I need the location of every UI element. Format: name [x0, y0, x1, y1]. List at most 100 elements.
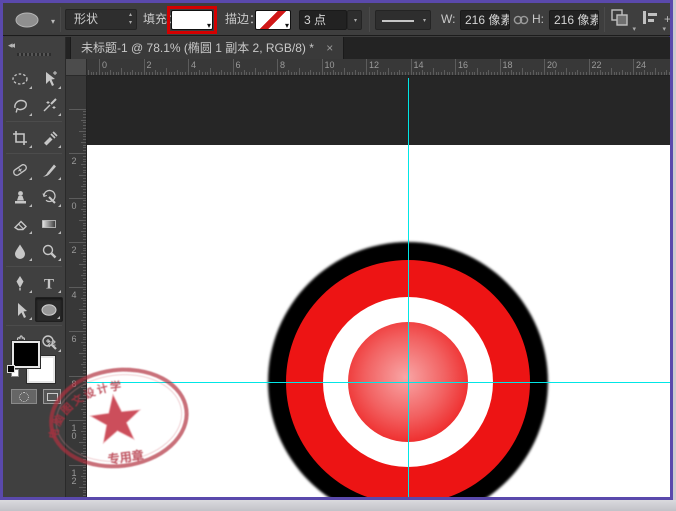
brush-tool[interactable]: [35, 157, 63, 182]
vertical-guide[interactable]: [408, 78, 409, 497]
lasso-tool[interactable]: [6, 93, 34, 118]
path-selection-tool[interactable]: [6, 297, 34, 322]
gradient-tool[interactable]: [35, 211, 63, 236]
ruler-label: 2: [69, 245, 79, 253]
swap-colors-icon[interactable]: ⇄: [47, 337, 56, 350]
ruler-tick: [427, 72, 428, 75]
ruler-tick: [83, 490, 86, 491]
ruler-tick: [83, 261, 86, 262]
ruler-tick: [83, 156, 86, 157]
horizontal-guide[interactable]: [87, 382, 670, 383]
document-tab[interactable]: 未标题-1 @ 78.1% (椭圆 1 副本 2, RGB/8) * ×: [70, 37, 344, 59]
ruler-tick: [363, 72, 364, 75]
ruler-tick: [216, 72, 217, 75]
ruler-tick: [166, 68, 167, 75]
ruler-corner[interactable]: [66, 59, 87, 76]
stroke-color-swatch[interactable]: ▾: [255, 10, 291, 30]
stroke-width-dropdown[interactable]: ▾: [347, 10, 362, 30]
eraser-tool[interactable]: [6, 211, 34, 236]
tool-row: [3, 237, 65, 264]
quick-mask-button[interactable]: [11, 389, 37, 404]
tool-row: [3, 183, 65, 210]
dodge-tool[interactable]: [35, 238, 63, 263]
magic-wand-tool[interactable]: [35, 93, 63, 118]
more-options-icon[interactable]: +: [664, 3, 670, 36]
stroke-type-dropdown[interactable]: ▾: [375, 10, 431, 30]
ruler-tick: [424, 72, 425, 75]
ruler-tick: [630, 72, 631, 75]
ruler-tick: [79, 353, 86, 354]
panel-grip[interactable]: [17, 53, 51, 56]
ruler-tick: [397, 72, 398, 75]
elliptical-marquee-tool[interactable]: [6, 66, 34, 91]
eyedropper-tool[interactable]: [35, 125, 63, 150]
tab-close-icon[interactable]: ×: [326, 41, 333, 55]
horizontal-ruler[interactable]: 024681012141618202224: [66, 59, 670, 76]
blur-tool[interactable]: [6, 238, 34, 263]
ruler-tick: [555, 70, 556, 75]
ruler-tick: [210, 68, 211, 75]
ruler-label: 16: [458, 60, 468, 70]
ruler-tick: [283, 72, 284, 75]
ruler-tick: [650, 72, 651, 75]
ruler-tick: [541, 72, 542, 75]
ruler-tick: [83, 339, 86, 340]
ruler-tick: [83, 181, 86, 182]
ruler-tick: [360, 72, 361, 75]
pick-tool-mode-dropdown[interactable]: 形状 ▴▾: [65, 9, 137, 30]
type-tool[interactable]: T: [35, 270, 63, 295]
ruler-label: 24: [636, 60, 646, 70]
ruler-tick: [83, 395, 86, 396]
ruler-tick: [271, 72, 272, 75]
crop-tool[interactable]: [6, 125, 34, 150]
ruler-tick: [380, 72, 381, 75]
ruler-tick: [127, 72, 128, 75]
ruler-tick: [83, 445, 86, 446]
ruler-tick: [572, 72, 573, 75]
history-brush-tool[interactable]: [35, 184, 63, 209]
fill-color-swatch[interactable]: ▾: [171, 10, 213, 30]
ruler-tick: [583, 72, 584, 75]
tool-preset-button[interactable]: ▾: [9, 7, 57, 33]
ruler-tick: [124, 72, 125, 75]
ruler-tick: [285, 72, 286, 75]
foreground-color-swatch[interactable]: [12, 341, 40, 368]
ruler-tick: [388, 68, 389, 75]
ruler-tick: [299, 68, 300, 75]
move-tool[interactable]: [35, 66, 63, 91]
ruler-tick: [83, 267, 86, 268]
document-viewport[interactable]: [87, 76, 670, 497]
ruler-tick: [83, 350, 86, 351]
ruler-tick: [138, 72, 139, 75]
link-wh-icon[interactable]: [513, 13, 529, 27]
screen-mode-button[interactable]: [43, 389, 61, 404]
vertical-ruler[interactable]: 2024681012: [66, 76, 87, 497]
stroke-width-field[interactable]: 3 点: [299, 10, 347, 30]
ellipse-tool[interactable]: [35, 297, 63, 322]
collapse-panel-icon[interactable]: ◂◂: [8, 40, 13, 51]
healing-brush-tool[interactable]: [6, 157, 34, 182]
ruler-tick: [511, 70, 512, 75]
clone-stamp-tool[interactable]: [6, 184, 34, 209]
pen-tool[interactable]: [6, 270, 34, 295]
ruler-tick: [449, 72, 450, 75]
ruler-tick: [146, 72, 147, 75]
ruler-label: 8: [69, 379, 79, 387]
ruler-tick: [652, 72, 653, 75]
flyout-triangle-icon: [58, 204, 61, 207]
width-label: W:: [441, 3, 455, 36]
ruler-tick: [83, 384, 86, 385]
path-operations-button[interactable]: ▾: [610, 8, 634, 31]
toolbox-header[interactable]: ◂◂: [3, 39, 65, 61]
ruler-tick: [207, 72, 208, 75]
ruler-tick: [633, 59, 634, 76]
shape-width-field[interactable]: 216 像素: [460, 10, 510, 30]
align-edges-button[interactable]: ▾: [640, 8, 664, 31]
ruler-tick: [83, 434, 86, 435]
document-canvas[interactable]: [87, 145, 670, 497]
tool-group-separator: [6, 153, 62, 154]
shape-height-field[interactable]: 216 像素: [549, 10, 599, 30]
ruler-tick: [550, 72, 551, 75]
ruler-tick: [83, 161, 86, 162]
ruler-tick: [636, 72, 637, 75]
